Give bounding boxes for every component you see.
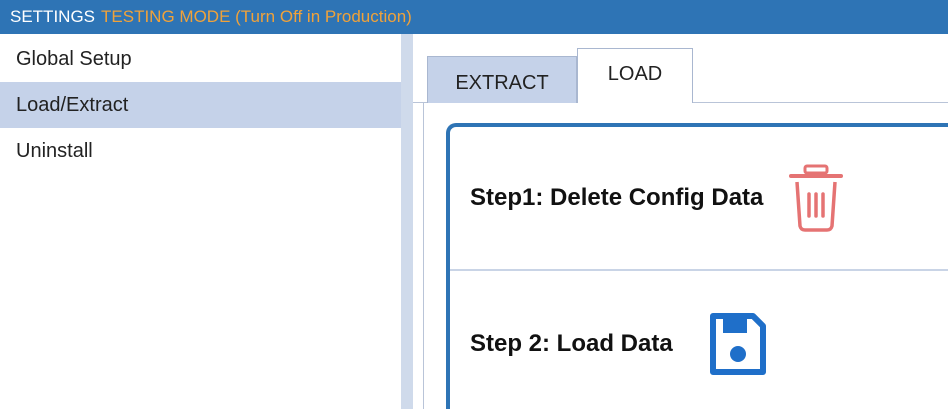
splitter[interactable] bbox=[401, 34, 413, 409]
tab-content: Step1: Delete Config Data Step 2: Load D… bbox=[423, 103, 948, 409]
main-panel: EXTRACT LOAD Step1: Delete Config Data S… bbox=[413, 34, 948, 409]
sidebar-item-label: Uninstall bbox=[16, 140, 93, 162]
tab-extract[interactable]: EXTRACT bbox=[427, 56, 577, 103]
settings-window: SETTINGS TESTING MODE (Turn Off in Produ… bbox=[0, 0, 948, 409]
tab-label: EXTRACT bbox=[455, 72, 549, 94]
window-title: SETTINGS bbox=[10, 7, 96, 26]
sidebar-item-uninstall[interactable]: Uninstall bbox=[0, 128, 401, 174]
sidebar-item-label: Global Setup bbox=[16, 48, 132, 70]
tab-label: LOAD bbox=[607, 63, 663, 85]
sidebar-item-load-extract[interactable]: Load/Extract bbox=[0, 82, 401, 128]
step-label: Step1: Delete Config Data bbox=[470, 184, 764, 211]
trash-icon[interactable] bbox=[785, 164, 847, 232]
step-load-data: Step 2: Load Data bbox=[450, 269, 948, 409]
sidebar: Global Setup Load/Extract Uninstall bbox=[0, 48, 401, 409]
tab-load[interactable]: LOAD bbox=[577, 48, 693, 104]
step-delete-config: Step1: Delete Config Data bbox=[450, 127, 948, 269]
title-bar: SETTINGS TESTING MODE (Turn Off in Produ… bbox=[0, 0, 948, 34]
steps-panel: Step1: Delete Config Data Step 2: Load D… bbox=[446, 123, 948, 409]
sidebar-item-global-setup[interactable]: Global Setup bbox=[0, 36, 401, 82]
testing-mode-label: TESTING MODE (Turn Off in Production) bbox=[101, 7, 412, 26]
save-icon[interactable] bbox=[707, 310, 769, 378]
sidebar-item-label: Load/Extract bbox=[16, 94, 129, 116]
step-label: Step 2: Load Data bbox=[470, 330, 673, 357]
